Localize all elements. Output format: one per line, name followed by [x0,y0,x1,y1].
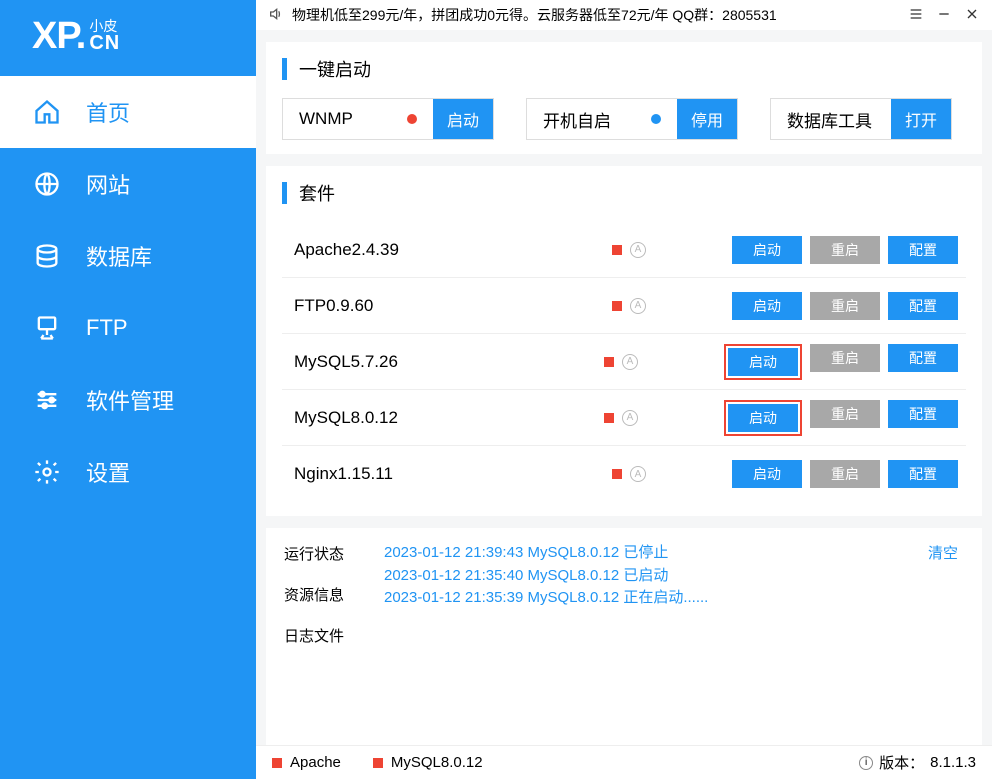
suite-restart-button[interactable]: 重启 [810,460,880,488]
title-bar: 物理机低至299元/年，拼团成功0元得。云服务器低至72元/年 QQ群：2805… [256,0,992,30]
speaker-icon [268,6,284,25]
sidebar-item-site[interactable]: 网站 [0,148,256,220]
suite-start-button[interactable]: 启动 [732,460,802,488]
wnmp-block: WNMP 启动 [282,98,494,140]
suite-config-button[interactable]: 配置 [888,400,958,428]
logo-cn-text: CN [89,33,120,53]
suite-row: Nginx1.15.11 A 启动重启配置 [282,446,966,502]
suite-start-button[interactable]: 启动 [732,292,802,320]
sidebar-site-label: 网站 [86,168,130,200]
status-square-red [612,245,622,255]
status-dot-red [407,114,417,124]
restart-auto-icon: A [622,410,638,426]
sidebar-item-settings[interactable]: 设置 [0,436,256,508]
boot-label: 开机自启 [543,107,611,132]
suite-config-button[interactable]: 配置 [888,460,958,488]
status-square-red [612,301,622,311]
app-logo: XP. 小皮 CN [0,0,256,72]
version-value: 8.1.1.3 [930,754,976,771]
restart-auto-icon: A [630,242,646,258]
log-line: 2023-01-12 21:39:43 MySQL8.0.12 已停止 [384,542,964,565]
restart-auto-icon: A [622,354,638,370]
suite-row: MySQL8.0.12 A 启动重启配置 [282,390,966,446]
suite-name: FTP0.9.60 [290,296,612,316]
wnmp-label: WNMP [299,109,353,129]
suite-name: MySQL5.7.26 [290,352,604,372]
suite-name: Apache2.4.39 [290,240,612,260]
suite-panel: 套件 Apache2.4.39A启动重启配置FTP0.9.60A启动重启配置My… [266,166,982,516]
boot-block: 开机自启 停用 [526,98,738,140]
suite-name: Nginx1.15.11 [290,464,612,484]
quick-start-panel: 一键启动 WNMP 启动 开机自启 停用 [266,42,982,154]
database-icon [32,241,62,271]
log-tab-resource[interactable]: 资源信息 [284,585,364,606]
highlighted-start: 启动 [724,344,802,380]
close-icon[interactable] [964,6,980,25]
log-clear-button[interactable]: 清空 [928,542,958,563]
suite-start-button[interactable]: 启动 [728,404,798,432]
sidebar-item-home[interactable]: 首页 [0,76,256,148]
logo-xp-text: XP. [32,15,85,58]
version-label: 版本： [879,752,924,773]
status-square-red [604,413,614,423]
suite-start-button[interactable]: 启动 [728,348,798,376]
logo-small-text: 小皮 [89,19,120,33]
suite-start-button[interactable]: 启动 [732,236,802,264]
highlighted-start: 启动 [724,400,802,436]
status-square-red [604,357,614,367]
boot-disable-button[interactable]: 停用 [677,99,737,139]
log-panel: 运行状态 资源信息 日志文件 2023-01-12 21:39:43 MySQL… [266,528,982,745]
suite-config-button[interactable]: 配置 [888,344,958,372]
log-line: 2023-01-12 21:35:39 MySQL8.0.12 正在启动....… [384,587,964,610]
sidebar-item-software[interactable]: 软件管理 [0,364,256,436]
suite-restart-button[interactable]: 重启 [810,344,880,372]
status-mysql: MySQL8.0.12 [391,754,483,771]
suite-row: Apache2.4.39 A 启动重启配置 [282,222,966,278]
gear-icon [32,457,62,487]
sliders-icon [32,385,62,415]
suite-config-button[interactable]: 配置 [888,236,958,264]
suite-row: MySQL5.7.26 A 启动重启配置 [282,334,966,390]
status-square-red [272,758,282,768]
restart-auto-icon: A [630,466,646,482]
restart-auto-icon: A [630,298,646,314]
wnmp-start-button[interactable]: 启动 [433,99,493,139]
suite-restart-button[interactable]: 重启 [810,292,880,320]
sidebar-db-label: 数据库 [86,240,152,272]
dbtool-block: 数据库工具 打开 [770,98,952,140]
suite-name: MySQL8.0.12 [290,408,604,428]
dbtool-label: 数据库工具 [787,107,872,132]
log-tab-status[interactable]: 运行状态 [284,544,364,565]
log-tab-file[interactable]: 日志文件 [284,626,364,647]
suite-restart-button[interactable]: 重启 [810,400,880,428]
globe-icon [32,169,62,199]
suite-restart-button[interactable]: 重启 [810,236,880,264]
sidebar-item-ftp[interactable]: FTP [0,292,256,364]
status-bar: Apache MySQL8.0.12 i 版本： 8.1.1.3 [256,745,992,779]
announcement-text: 物理机低至299元/年，拼团成功0元得。云服务器低至72元/年 QQ群：2805… [292,5,777,25]
quick-start-title: 一键启动 [299,56,371,82]
info-icon: i [859,756,873,770]
minimize-icon[interactable] [936,6,952,25]
menu-icon[interactable] [908,6,924,25]
suite-title: 套件 [299,180,335,206]
dbtool-open-button[interactable]: 打开 [891,99,951,139]
home-icon [32,97,62,127]
log-output: 2023-01-12 21:39:43 MySQL8.0.12 已停止2023-… [384,542,964,731]
status-apache: Apache [290,754,341,771]
sidebar-ftp-label: FTP [86,315,128,341]
ftp-icon [32,313,62,343]
status-dot-blue [651,114,661,124]
status-square-red [612,469,622,479]
sidebar-item-database[interactable]: 数据库 [0,220,256,292]
sidebar-set-label: 设置 [86,456,130,488]
status-square-red [373,758,383,768]
log-line: 2023-01-12 21:35:40 MySQL8.0.12 已启动 [384,565,964,588]
sidebar-soft-label: 软件管理 [86,384,174,416]
sidebar-home-label: 首页 [86,96,130,128]
suite-config-button[interactable]: 配置 [888,292,958,320]
suite-row: FTP0.9.60 A 启动重启配置 [282,278,966,334]
